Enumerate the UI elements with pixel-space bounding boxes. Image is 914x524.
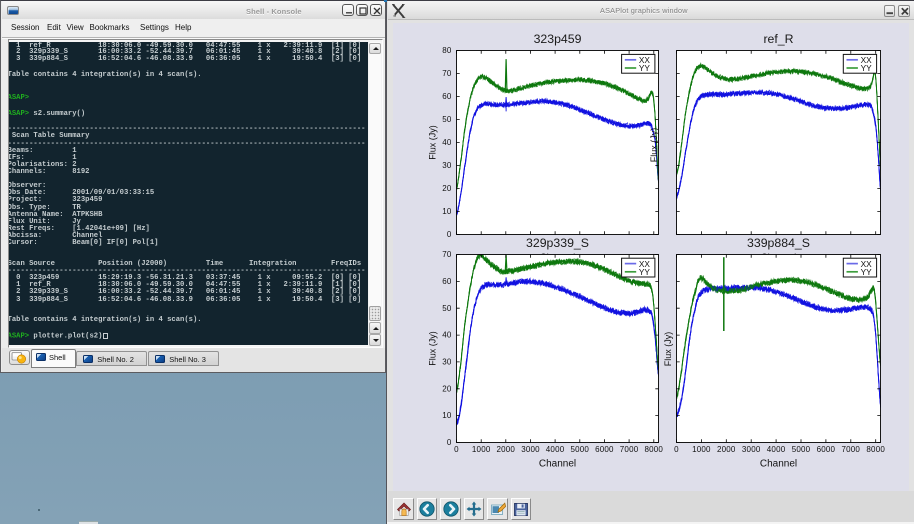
svg-text:2000: 2000 [717,445,736,454]
svg-text:Flux (Jy): Flux (Jy) [663,332,673,367]
svg-text:YY: YY [861,63,873,73]
svg-text:323p459: 323p459 [534,32,582,46]
svg-text:10: 10 [442,207,452,216]
svg-text:Flux (Jy): Flux (Jy) [428,331,438,366]
svg-text:0: 0 [674,445,679,454]
svg-text:60: 60 [442,92,452,101]
svg-text:Channel: Channel [539,459,576,470]
svg-text:50: 50 [442,115,452,124]
svg-text:339p884_S: 339p884_S [747,236,810,250]
svg-text:20: 20 [442,384,452,393]
svg-text:8000: 8000 [866,445,885,454]
svg-text:2000: 2000 [496,445,515,454]
svg-text:5000: 5000 [792,445,811,454]
svg-text:3000: 3000 [521,445,540,454]
svg-text:60: 60 [442,277,452,286]
svg-text:6000: 6000 [595,445,614,454]
svg-text:10: 10 [442,411,452,420]
svg-text:6000: 6000 [817,445,836,454]
svg-text:3000: 3000 [742,445,761,454]
svg-text:Channel: Channel [760,459,797,470]
svg-text:1000: 1000 [472,445,491,454]
svg-text:Flux (Jy): Flux (Jy) [649,128,659,163]
svg-text:80: 80 [442,46,452,55]
svg-text:4000: 4000 [767,445,786,454]
svg-text:40: 40 [442,331,452,340]
svg-text:50: 50 [442,304,452,313]
svg-text:30: 30 [442,358,452,367]
svg-text:7000: 7000 [841,445,860,454]
svg-text:70: 70 [442,69,452,78]
svg-text:YY: YY [639,63,651,73]
svg-text:1000: 1000 [692,445,711,454]
svg-text:YY: YY [639,267,651,277]
svg-text:ref_R: ref_R [763,32,793,46]
svg-text:7000: 7000 [620,445,639,454]
svg-text:30: 30 [442,161,452,170]
svg-text:4000: 4000 [546,445,565,454]
svg-text:0: 0 [454,445,459,454]
svg-text:70: 70 [442,250,452,259]
svg-text:0: 0 [447,230,452,239]
svg-text:0: 0 [447,438,452,447]
svg-text:Flux (Jy): Flux (Jy) [428,125,438,160]
svg-text:40: 40 [442,138,452,147]
svg-text:329p339_S: 329p339_S [526,236,589,250]
svg-text:5000: 5000 [570,445,589,454]
svg-text:8000: 8000 [644,445,663,454]
svg-text:20: 20 [442,184,452,193]
svg-text:YY: YY [861,267,873,277]
